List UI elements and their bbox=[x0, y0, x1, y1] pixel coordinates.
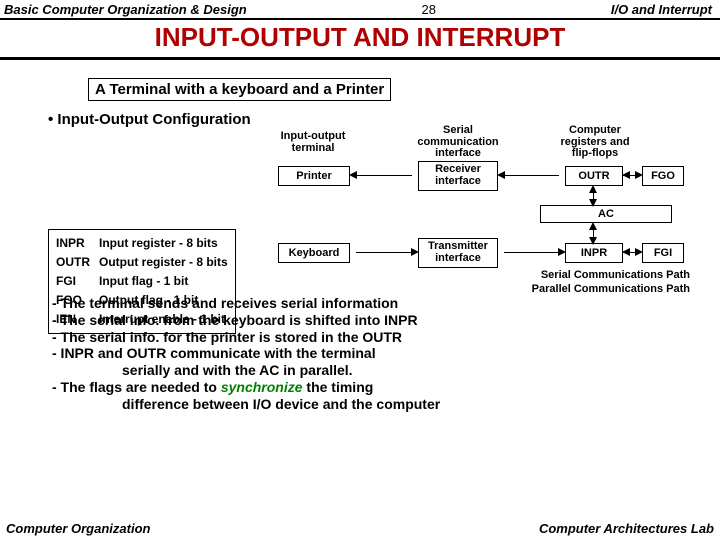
arrow-fgo bbox=[635, 171, 643, 179]
reg-name: FGI bbox=[55, 273, 96, 290]
arrow-outr-left bbox=[622, 171, 630, 179]
arrow-outr-ac-down bbox=[589, 199, 597, 207]
arrow-inpr bbox=[558, 248, 566, 256]
box-outr: OUTR bbox=[565, 166, 623, 186]
reg-name: FGO bbox=[55, 292, 96, 309]
header-left: Basic Computer Organization & Design bbox=[4, 2, 247, 17]
box-keyboard: Keyboard bbox=[278, 243, 350, 263]
label-regs: Computerregisters andflip-flops bbox=[550, 125, 640, 160]
arrow-outr-ac-up bbox=[589, 185, 597, 193]
slide-number: 28 bbox=[422, 2, 436, 17]
note-text: - The flags are needed to bbox=[52, 379, 221, 395]
arrow-tx bbox=[411, 248, 419, 256]
box-inpr: INPR bbox=[565, 243, 623, 263]
footer-right: Computer Architectures Lab bbox=[539, 521, 714, 536]
line-printer-recv bbox=[356, 175, 412, 176]
reg-name: OUTR bbox=[55, 254, 96, 271]
line-recv-outr bbox=[504, 175, 559, 176]
box-fgi: FGI bbox=[642, 243, 684, 263]
note-line: - The flags are needed to synchronize th… bbox=[52, 379, 720, 396]
line-kb-tx bbox=[356, 252, 412, 253]
box-fgo: FGO bbox=[642, 166, 684, 186]
box-ac: AC bbox=[540, 205, 672, 223]
subtitle-box: A Terminal with a keyboard and a Printer bbox=[88, 78, 391, 101]
arrow-printer bbox=[349, 171, 357, 179]
arrow-recv bbox=[497, 171, 505, 179]
label-serial-if: Serialcommunicationinterface bbox=[408, 125, 508, 160]
slide-footer: Computer Organization Computer Architect… bbox=[0, 521, 720, 536]
line-tx-inpr bbox=[504, 252, 559, 253]
footer-left: Computer Organization bbox=[6, 521, 150, 536]
header-right: I/O and Interrupt bbox=[611, 2, 712, 17]
comm-paths: Serial Communications Path Parallel Comm… bbox=[500, 269, 690, 297]
reg-desc: Interrupt enable - 1 bit bbox=[98, 311, 229, 328]
box-transmitter-if: Transmitterinterface bbox=[418, 238, 498, 268]
reg-desc: Output flag - 1 bit bbox=[98, 292, 229, 309]
reg-name: INPR bbox=[55, 235, 96, 252]
box-receiver-if: Receiverinterface bbox=[418, 161, 498, 191]
parallel-path-label: Parallel Communications Path bbox=[500, 283, 690, 297]
title-rule bbox=[0, 57, 720, 60]
register-table: INPRInput register - 8 bits OUTROutput r… bbox=[48, 229, 236, 334]
reg-desc: Input register - 8 bits bbox=[98, 235, 229, 252]
slide-header: Basic Computer Organization & Design 28 … bbox=[0, 0, 720, 17]
reg-desc: Input flag - 1 bit bbox=[98, 273, 229, 290]
reg-name: IEN bbox=[55, 311, 96, 328]
arrow-ac-inpr-down bbox=[589, 237, 597, 245]
arrow-ac-inpr-up bbox=[589, 222, 597, 230]
io-diagram: Input-outputterminal Serialcommunication… bbox=[10, 131, 710, 281]
note-emphasis: synchronize bbox=[221, 379, 303, 395]
note-line: - INPR and OUTR communicate with the ter… bbox=[52, 345, 720, 362]
box-printer: Printer bbox=[278, 166, 350, 186]
slide-title: INPUT-OUTPUT AND INTERRUPT bbox=[0, 20, 720, 57]
serial-path-label: Serial Communications Path bbox=[500, 269, 690, 283]
arrow-fgi bbox=[635, 248, 643, 256]
label-io-terminal: Input-outputterminal bbox=[268, 131, 358, 154]
reg-desc: Output register - 8 bits bbox=[98, 254, 229, 271]
note-line: serially and with the AC in parallel. bbox=[122, 362, 720, 379]
note-text: the timing bbox=[303, 379, 374, 395]
arrow-inpr-left bbox=[622, 248, 630, 256]
note-line: difference between I/O device and the co… bbox=[122, 396, 720, 413]
